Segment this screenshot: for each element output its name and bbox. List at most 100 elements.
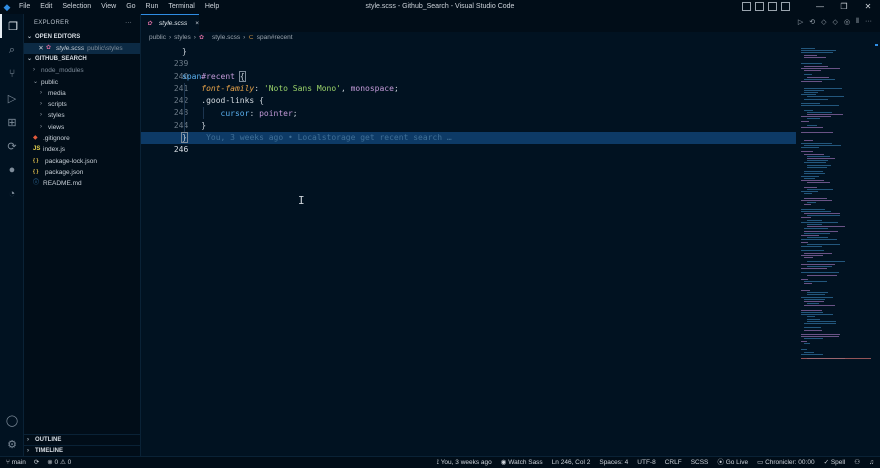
tree-item-views[interactable]: › views [24,122,140,133]
tab-style-scss[interactable]: ✿ style.scss × [141,14,199,32]
tree-item-readme-md[interactable]: ⓘ README.md [24,178,140,189]
next-change-icon[interactable]: ◇ [833,18,838,26]
open-editor-item[interactable]: ✕ ✿ style.scss public\styles [24,43,140,55]
menu-edit[interactable]: Edit [35,0,57,14]
remote-icon[interactable]: ⟳ [0,134,24,158]
tree-item-package-lock-json[interactable]: { } package-lock.json [24,156,140,167]
tree-item-styles[interactable]: › styles [24,110,140,121]
toggle-blame-icon[interactable]: ◎ [844,18,850,26]
outline-header[interactable]: › OUTLINE [24,434,140,445]
minimap-line [804,98,828,100]
toggle-secondary-sidebar-icon[interactable] [768,2,777,11]
toggle-panel-icon[interactable] [755,2,764,11]
language-status[interactable]: SCSS [691,457,709,468]
account-icon[interactable]: ◯ [0,408,24,432]
title-bar: ◆ File Edit Selection View Go Run Termin… [0,0,880,14]
breadcrumb: public › styles › ✿ style.scss › ⊂ span#recen… [141,32,880,44]
problems-status[interactable]: ⊗ 0 ⚠ 0 [47,457,71,468]
menu-view[interactable]: View [96,0,121,14]
scrollbar[interactable] [875,44,878,364]
minimize-icon[interactable]: — [808,0,832,14]
gear-icon[interactable]: ⚙ [0,432,24,456]
open-changes-icon[interactable]: ⟲ [809,18,815,26]
code-editor[interactable]: 239 } 240 241 span#recent { 242 font-fam… [141,44,796,440]
tree-item-package-json[interactable]: { } package.json [24,167,140,178]
cursor-position-status[interactable]: Ln 246, Col 2 [552,457,591,468]
tree-item-media[interactable]: › media [24,88,140,99]
minimap-line [804,338,823,340]
notifications-icon[interactable]: ♫ [869,457,874,468]
timeline-icon[interactable]: ◔ [0,182,24,206]
chevron-right-icon: › [168,34,172,41]
restore-icon[interactable]: ❐ [832,0,856,14]
menu-help[interactable]: Help [200,0,224,14]
minimap-line [801,290,810,291]
minimap-line [801,250,824,252]
open-editors-header[interactable]: ⌄ OPEN EDITORS [24,32,140,43]
previous-change-icon[interactable]: ◇ [821,18,826,26]
breadcrumb-file[interactable]: style.scss [212,32,240,44]
menu-run[interactable]: Run [141,0,164,14]
more-actions-icon[interactable]: ··· [865,18,872,26]
tree-item-gitignore[interactable]: ◆ .gitignore [24,133,140,144]
minimap-line [801,147,819,148]
run-icon[interactable]: ▷ [798,18,803,26]
minimap-line [801,52,833,54]
indentation-status[interactable]: Spaces: 4 [599,457,628,468]
toggle-sidebar-icon[interactable] [742,2,751,11]
customize-layout-icon[interactable] [781,2,790,11]
explorer-icon[interactable]: ❐ [0,14,24,38]
code-text: cursor: pointer; [220,108,298,118]
minimap-line [801,131,833,133]
more-actions-icon[interactable]: ··· [125,14,132,32]
minimap-line [807,226,845,228]
encoding-status[interactable]: UTF-8 [637,457,655,468]
vscode-logo-icon: ◆ [3,1,11,12]
minimap-line [801,336,839,338]
blame-status[interactable]: ⟟ You, 3 weeks ago [437,457,492,468]
breadcrumb-symbol[interactable]: span#recent [257,32,293,44]
sync-icon[interactable]: ⟳ [34,457,39,468]
minimap-line [801,312,823,313]
split-editor-icon[interactable]: ⫴ [856,18,859,26]
eol-status[interactable]: CRLF [665,457,682,468]
breadcrumb-public[interactable]: public [149,32,166,44]
close-icon[interactable]: ✕ [36,43,46,54]
git-file-icon: ◆ [33,135,38,142]
watch-sass-status[interactable]: ◉ Watch Sass [501,457,543,468]
extensions-icon[interactable]: ⊞ [0,110,24,134]
menu-go[interactable]: Go [121,0,140,14]
minimap[interactable] [797,44,875,364]
source-control-icon[interactable]: ⑂ [0,62,24,86]
search-icon[interactable]: ⌕ [0,38,24,62]
run-debug-icon[interactable]: ▷ [0,86,24,110]
go-live-status[interactable]: ⦿ Go Live [717,457,748,468]
minimap-line [801,279,808,280]
menu-terminal[interactable]: Terminal [163,0,199,14]
tree-item-label: node_modules [41,67,84,75]
minimap-line [801,151,813,153]
code-line: 241 span#recent { [141,70,796,93]
menu-selection[interactable]: Selection [57,0,96,14]
close-tab-icon[interactable]: × [195,20,199,27]
menu-file[interactable]: File [14,0,35,14]
tree-item-index-js[interactable]: JS index.js [24,144,140,155]
code-line: 239 } [141,46,796,68]
breadcrumb-styles[interactable]: styles [174,32,191,44]
feedback-icon[interactable]: ⚇ [854,457,860,468]
tab-bar: ✿ style.scss × ▷ ⟲ ◇ ◇ ◎ ⫴ ··· [141,14,880,32]
minimap-line [801,353,823,355]
tree-item-node-modules[interactable]: › node_modules [24,65,140,76]
tree-item-scripts[interactable]: › scripts [24,99,140,110]
branch-status[interactable]: ⑂ main [6,457,26,468]
close-window-icon[interactable]: ✕ [856,0,880,14]
inline-blame[interactable]: You, 3 weeks ago • Localstorage get rece… [206,133,452,142]
timeline-header[interactable]: › TIMELINE [24,445,140,456]
minimap-line [804,70,821,71]
spell-status[interactable]: ✓ Spell [824,457,846,468]
tree-item-public[interactable]: ⌄ public [24,77,140,88]
project-header[interactable]: ⌄ GITHUB_SEARCH [24,54,140,65]
minimap-line [807,219,822,221]
chronicler-status[interactable]: ▭ Chronicler: 00:00 [757,457,814,468]
github-icon[interactable]: ● [0,158,24,182]
